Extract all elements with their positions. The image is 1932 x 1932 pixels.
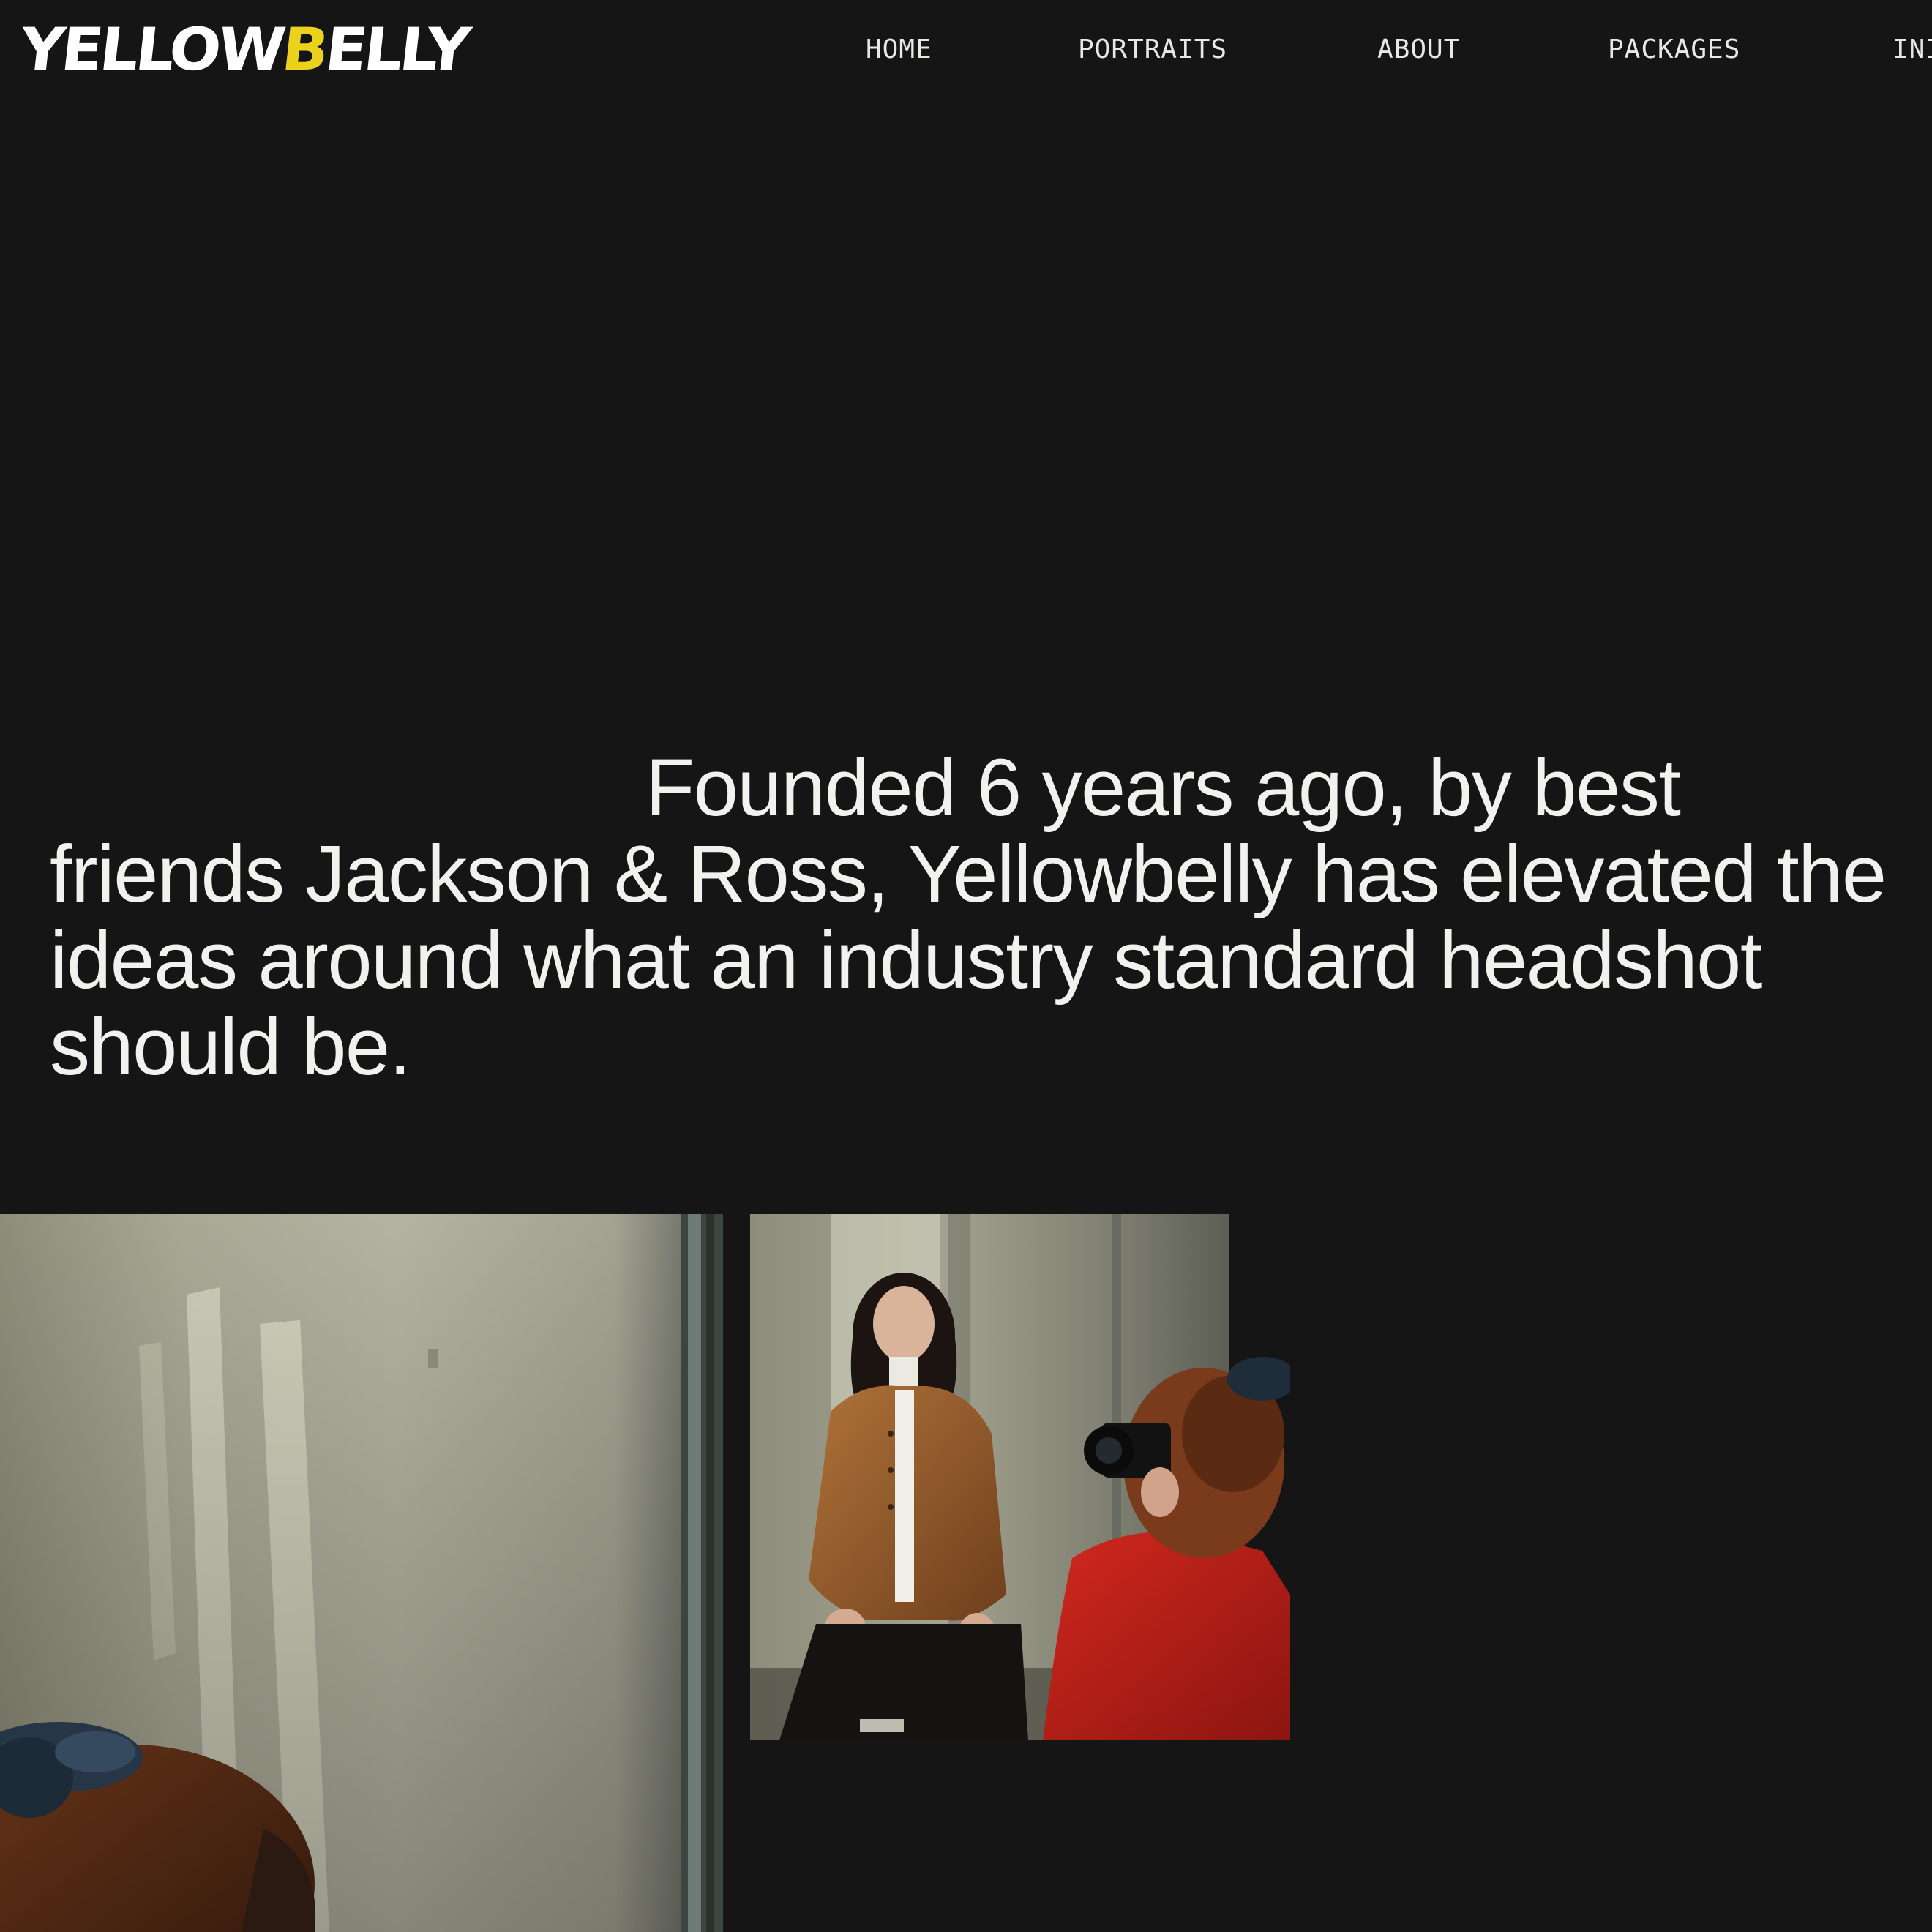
intro-paragraph: Founded 6 years ago, by best friends Jac… — [50, 743, 1887, 1092]
nav-more-link[interactable]: INI — [1892, 31, 1932, 69]
portrait-session-image — [750, 1214, 1290, 1740]
nav-portraits-link[interactable]: PORTRAITS — [1078, 31, 1227, 69]
nav-about-link[interactable]: ABOUT — [1377, 31, 1460, 69]
nav-home-link[interactable]: HOME — [866, 31, 932, 69]
portrait-session-photo — [750, 1214, 1290, 1740]
studio-wall-image — [0, 1214, 723, 1932]
studio-wall-photo — [0, 1214, 723, 1932]
main-nav: HOME PORTRAITS ABOUT PACKAGES INI — [0, 31, 1932, 69]
nav-packages-link[interactable]: PACKAGES — [1608, 31, 1740, 69]
